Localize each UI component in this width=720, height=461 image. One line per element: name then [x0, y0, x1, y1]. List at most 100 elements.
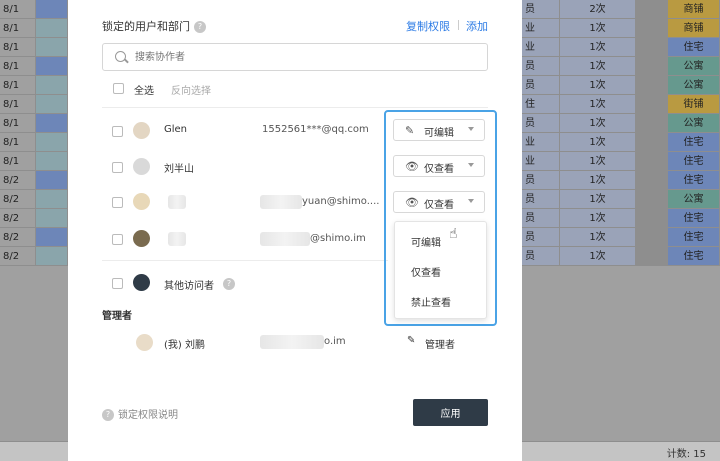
cell-empty[interactable] — [636, 228, 668, 247]
cell-text[interactable]: 员 — [522, 76, 560, 95]
invert-select-label[interactable]: 反向选择 — [171, 82, 211, 97]
cell-date[interactable]: 8/2 — [0, 228, 36, 247]
cell-text[interactable]: 员 — [522, 0, 560, 19]
cell-text[interactable]: 业 — [522, 38, 560, 57]
cell-text[interactable]: 业 — [522, 19, 560, 38]
user-checkbox[interactable] — [112, 234, 123, 245]
cell-count[interactable]: 1次 — [560, 95, 636, 114]
cell-empty[interactable] — [636, 19, 668, 38]
cell-count[interactable]: 1次 — [560, 19, 636, 38]
cell-count[interactable]: 2次 — [560, 0, 636, 19]
cell-date[interactable]: 8/1 — [0, 38, 36, 57]
cell-text[interactable]: 员 — [522, 190, 560, 209]
cell-type[interactable]: 住宅 — [668, 228, 720, 247]
cell-count[interactable]: 1次 — [560, 114, 636, 133]
cell-color[interactable] — [36, 95, 68, 114]
cell-color[interactable] — [36, 19, 68, 38]
cell-type[interactable]: 公寓 — [668, 190, 720, 209]
cell-color[interactable] — [36, 114, 68, 133]
cell-empty[interactable] — [636, 114, 668, 133]
cell-date[interactable]: 8/2 — [0, 247, 36, 266]
cell-count[interactable]: 1次 — [560, 228, 636, 247]
cell-text[interactable]: 员 — [522, 114, 560, 133]
cell-date[interactable]: 8/1 — [0, 76, 36, 95]
cell-text[interactable]: 住 — [522, 95, 560, 114]
cell-count[interactable]: 1次 — [560, 152, 636, 171]
cell-date[interactable]: 8/1 — [0, 152, 36, 171]
cell-count[interactable]: 1次 — [560, 171, 636, 190]
cell-color[interactable] — [36, 247, 68, 266]
cell-color[interactable] — [36, 0, 68, 19]
add-link[interactable]: 添加 — [466, 18, 488, 34]
cell-empty[interactable] — [636, 76, 668, 95]
cell-color[interactable] — [36, 228, 68, 247]
cell-text[interactable]: 业 — [522, 133, 560, 152]
dropdown-option-edit[interactable]: 可编辑 — [411, 234, 441, 249]
cell-empty[interactable] — [636, 0, 668, 19]
cell-empty[interactable] — [636, 190, 668, 209]
cell-empty[interactable] — [636, 95, 668, 114]
cell-empty[interactable] — [636, 57, 668, 76]
cell-date[interactable]: 8/1 — [0, 19, 36, 38]
cell-count[interactable]: 1次 — [560, 190, 636, 209]
cell-text[interactable]: 员 — [522, 209, 560, 228]
cell-type[interactable]: 住宅 — [668, 152, 720, 171]
cell-count[interactable]: 1次 — [560, 247, 636, 266]
user-checkbox[interactable] — [112, 162, 123, 173]
cell-color[interactable] — [36, 152, 68, 171]
cell-type[interactable]: 商铺 — [668, 0, 720, 19]
cell-date[interactable]: 8/1 — [0, 133, 36, 152]
cell-empty[interactable] — [636, 209, 668, 228]
cell-date[interactable]: 8/1 — [0, 0, 36, 19]
cell-text[interactable]: 员 — [522, 247, 560, 266]
user-checkbox[interactable] — [112, 197, 123, 208]
search-box[interactable] — [102, 43, 488, 71]
cell-text[interactable]: 业 — [522, 152, 560, 171]
cell-date[interactable]: 8/2 — [0, 190, 36, 209]
cell-type[interactable]: 住宅 — [668, 133, 720, 152]
apply-button[interactable]: 应用 — [413, 399, 488, 426]
cell-date[interactable]: 8/2 — [0, 171, 36, 190]
cell-color[interactable] — [36, 209, 68, 228]
dropdown-option-view[interactable]: 仅查看 — [411, 264, 441, 279]
cell-color[interactable] — [36, 57, 68, 76]
cell-empty[interactable] — [636, 38, 668, 57]
cell-type[interactable]: 住宅 — [668, 38, 720, 57]
help-icon[interactable]: ? — [194, 21, 206, 33]
cell-count[interactable]: 1次 — [560, 57, 636, 76]
cell-type[interactable]: 住宅 — [668, 247, 720, 266]
dropdown-option-forbid[interactable]: 禁止查看 — [411, 294, 451, 309]
search-input[interactable] — [135, 48, 475, 66]
user-checkbox[interactable] — [112, 126, 123, 137]
cell-color[interactable] — [36, 38, 68, 57]
cell-count[interactable]: 1次 — [560, 209, 636, 228]
cell-type[interactable]: 公寓 — [668, 114, 720, 133]
cell-type[interactable]: 商铺 — [668, 19, 720, 38]
cell-empty[interactable] — [636, 133, 668, 152]
cell-type[interactable]: 街铺 — [668, 95, 720, 114]
cell-color[interactable] — [36, 76, 68, 95]
cell-type[interactable]: 公寓 — [668, 76, 720, 95]
copy-permission-link[interactable]: 复制权限 — [406, 18, 450, 34]
cell-count[interactable]: 1次 — [560, 38, 636, 57]
cell-date[interactable]: 8/1 — [0, 57, 36, 76]
lock-help-link[interactable]: ? 锁定权限说明 — [102, 406, 178, 421]
cell-date[interactable]: 8/1 — [0, 95, 36, 114]
cell-text[interactable]: 员 — [522, 171, 560, 190]
cell-type[interactable]: 住宅 — [668, 209, 720, 228]
help-icon[interactable]: ? — [223, 278, 235, 290]
cell-count[interactable]: 1次 — [560, 133, 636, 152]
cell-type[interactable]: 住宅 — [668, 171, 720, 190]
cell-empty[interactable] — [636, 152, 668, 171]
cell-color[interactable] — [36, 133, 68, 152]
cell-type[interactable]: 公寓 — [668, 57, 720, 76]
select-all-label[interactable]: 全选 — [134, 82, 154, 97]
select-all-checkbox[interactable] — [113, 83, 124, 94]
cell-text[interactable]: 员 — [522, 57, 560, 76]
cell-color[interactable] — [36, 190, 68, 209]
other-visitors-checkbox[interactable] — [112, 278, 123, 289]
cell-text[interactable]: 员 — [522, 228, 560, 247]
cell-date[interactable]: 8/2 — [0, 209, 36, 228]
cell-empty[interactable] — [636, 171, 668, 190]
cell-count[interactable]: 1次 — [560, 76, 636, 95]
